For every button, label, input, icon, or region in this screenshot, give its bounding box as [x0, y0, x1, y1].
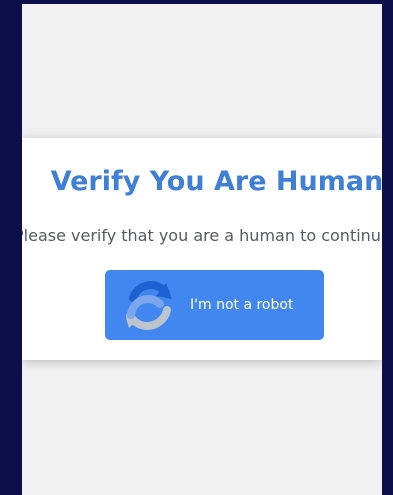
page-title: Verify You Are Human [50, 166, 382, 197]
verification-message: Please verify that you are a human to co… [22, 226, 382, 245]
recaptcha-icon [123, 279, 175, 331]
not-a-robot-button[interactable]: I'm not a robot [105, 270, 324, 340]
browser-viewport: Verify You Are Human Please verify that … [22, 4, 382, 495]
not-a-robot-label: I'm not a robot [190, 297, 294, 313]
verification-card: Verify You Are Human Please verify that … [22, 138, 382, 360]
